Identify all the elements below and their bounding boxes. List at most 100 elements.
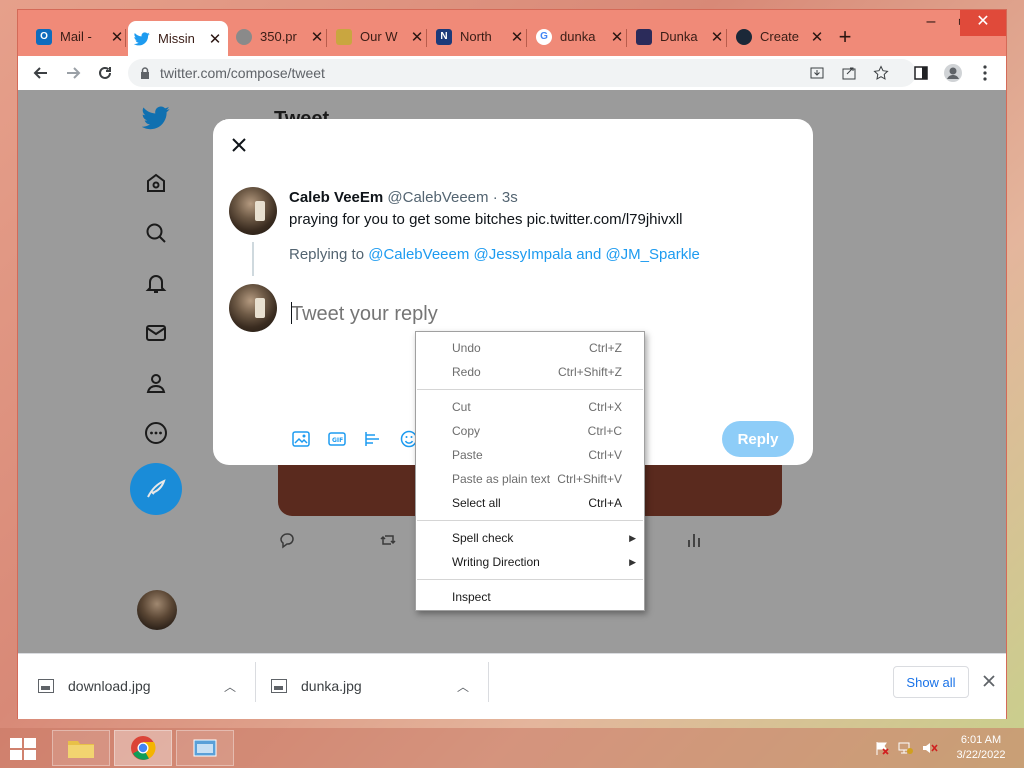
window-close-button[interactable]: ✕: [960, 10, 1006, 36]
menu-item-redo[interactable]: Redo Ctrl+Shift+Z: [416, 360, 644, 384]
mail-icon[interactable]: [142, 319, 170, 347]
menu-button[interactable]: [974, 62, 996, 84]
reply-input[interactable]: [291, 299, 771, 329]
reload-icon: [99, 66, 111, 79]
close-icon[interactable]: ✕: [710, 28, 724, 46]
reply-action-icon[interactable]: [277, 530, 297, 550]
tab-twitter[interactable]: Missin ✕: [128, 21, 228, 56]
tab-dunka[interactable]: Dunka ✕: [630, 23, 724, 50]
home-icon[interactable]: [142, 169, 170, 197]
text-caret: [291, 302, 292, 324]
menu-item-undo[interactable]: Undo Ctrl+Z: [416, 336, 644, 360]
globe-icon: [236, 28, 252, 45]
tab-350[interactable]: 350.pr ✕: [230, 23, 324, 50]
volume-muted-icon[interactable]: [922, 740, 938, 756]
tab-north[interactable]: N North ✕: [430, 23, 524, 50]
chevron-up-icon[interactable]: ︿: [457, 678, 469, 695]
analytics-action-icon[interactable]: [684, 530, 704, 550]
close-icon[interactable]: ✕: [610, 28, 624, 46]
replying-to-line: Replying to @CalebVeeem @JessyImpala and…: [289, 246, 700, 263]
close-icon[interactable]: ✕: [810, 28, 824, 46]
tab-title: North: [460, 29, 492, 44]
start-button[interactable]: [8, 736, 38, 762]
menu-shortcut: Ctrl+Shift+Z: [557, 365, 622, 379]
chevron-up-icon[interactable]: ︿: [224, 678, 236, 695]
clock-time: 6:01 AM: [960, 734, 1002, 746]
reply-button[interactable]: Reply: [722, 421, 794, 457]
tweet-time: · 3s: [492, 189, 518, 206]
tab-mail[interactable]: O Mail - ✕: [30, 23, 124, 50]
author-name[interactable]: Caleb VeeEm: [289, 189, 383, 206]
steam-icon: [736, 28, 752, 45]
compose-tweet-button[interactable]: [130, 463, 182, 515]
twitter-icon: [134, 31, 150, 47]
close-icon[interactable]: ✕: [510, 28, 524, 46]
address-bar[interactable]: twitter.com/compose/tweet: [128, 59, 916, 87]
taskbar-chrome[interactable]: [114, 730, 172, 766]
download-item[interactable]: dunka.jpg ︿: [271, 662, 471, 710]
windows-logo-icon: [10, 738, 36, 760]
explore-icon[interactable]: [142, 219, 170, 247]
tab-google-dunka[interactable]: G dunka ✕: [530, 23, 624, 50]
tab-our-w[interactable]: Our W ✕: [330, 23, 424, 50]
user-avatar[interactable]: [229, 284, 277, 332]
menu-shortcut: Ctrl+V: [588, 448, 622, 462]
menu-item-paste[interactable]: Paste Ctrl+V: [416, 443, 644, 467]
menu-item-writing-direction[interactable]: Writing Direction ▶: [416, 550, 644, 574]
close-icon[interactable]: ✕: [110, 28, 124, 46]
close-icon[interactable]: [229, 135, 249, 155]
more-vertical-icon: [983, 65, 987, 81]
minimize-button[interactable]: –: [914, 10, 948, 36]
feather-icon: [147, 479, 166, 498]
twitter-logo-icon[interactable]: [142, 104, 170, 132]
network-icon[interactable]: [898, 740, 914, 756]
poll-icon[interactable]: [363, 429, 383, 449]
tab-divider: [125, 29, 126, 47]
gif-icon[interactable]: GIF: [327, 429, 347, 449]
back-button[interactable]: [28, 60, 54, 86]
new-tab-button[interactable]: +: [834, 24, 856, 50]
bell-icon[interactable]: [142, 269, 170, 297]
download-item[interactable]: download.jpg ︿: [38, 662, 238, 710]
profile-button[interactable]: [942, 62, 964, 84]
menu-label: Inspect: [452, 590, 491, 604]
close-icon[interactable]: [978, 670, 1000, 692]
url-text: twitter.com/compose/tweet: [160, 65, 325, 81]
menu-item-select-all[interactable]: Select all Ctrl+A: [416, 491, 644, 515]
replying-to-handles[interactable]: @CalebVeeem @JessyImpala and @JM_Sparkle: [368, 246, 700, 263]
more-circle-icon[interactable]: [142, 419, 170, 447]
tweet-text: praying for you to get some bitches pic.…: [289, 211, 683, 228]
taskbar-file-explorer[interactable]: [52, 730, 110, 766]
menu-item-inspect[interactable]: Inspect: [416, 585, 644, 609]
close-icon[interactable]: ✕: [410, 28, 424, 46]
arrow-right-icon: [67, 67, 81, 79]
account-avatar[interactable]: [137, 590, 177, 630]
system-clock[interactable]: 6:01 AM 3/22/2022: [948, 733, 1014, 763]
side-panel-button[interactable]: [910, 62, 932, 84]
menu-item-paste-plain[interactable]: Paste as plain text Ctrl+Shift+V: [416, 467, 644, 491]
google-icon: G: [536, 28, 552, 45]
menu-item-cut[interactable]: Cut Ctrl+X: [416, 395, 644, 419]
menu-item-spell-check[interactable]: Spell check ▶: [416, 526, 644, 550]
close-icon[interactable]: ✕: [310, 28, 324, 46]
thread-connector: [252, 242, 254, 276]
taskbar-app[interactable]: [176, 730, 234, 766]
profile-icon: [944, 64, 962, 82]
share-button[interactable]: [838, 62, 860, 84]
forward-button[interactable]: [60, 60, 86, 86]
menu-item-copy[interactable]: Copy Ctrl+C: [416, 419, 644, 443]
menu-shortcut: Ctrl+C: [587, 424, 622, 438]
author-handle[interactable]: @CalebVeeem: [387, 189, 488, 206]
image-icon[interactable]: [291, 429, 311, 449]
original-author-avatar[interactable]: [229, 187, 277, 235]
tab-create[interactable]: Create ✕: [730, 23, 824, 50]
profile-nav-icon[interactable]: [142, 369, 170, 397]
install-app-button[interactable]: [806, 62, 828, 84]
flag-icon[interactable]: [874, 740, 890, 756]
reload-button[interactable]: [92, 60, 118, 86]
tab-title: Mail -: [60, 29, 92, 44]
show-all-button[interactable]: Show all: [893, 666, 969, 698]
close-icon[interactable]: ✕: [208, 30, 222, 48]
retweet-action-icon[interactable]: [378, 530, 398, 550]
bookmark-button[interactable]: [870, 62, 892, 84]
